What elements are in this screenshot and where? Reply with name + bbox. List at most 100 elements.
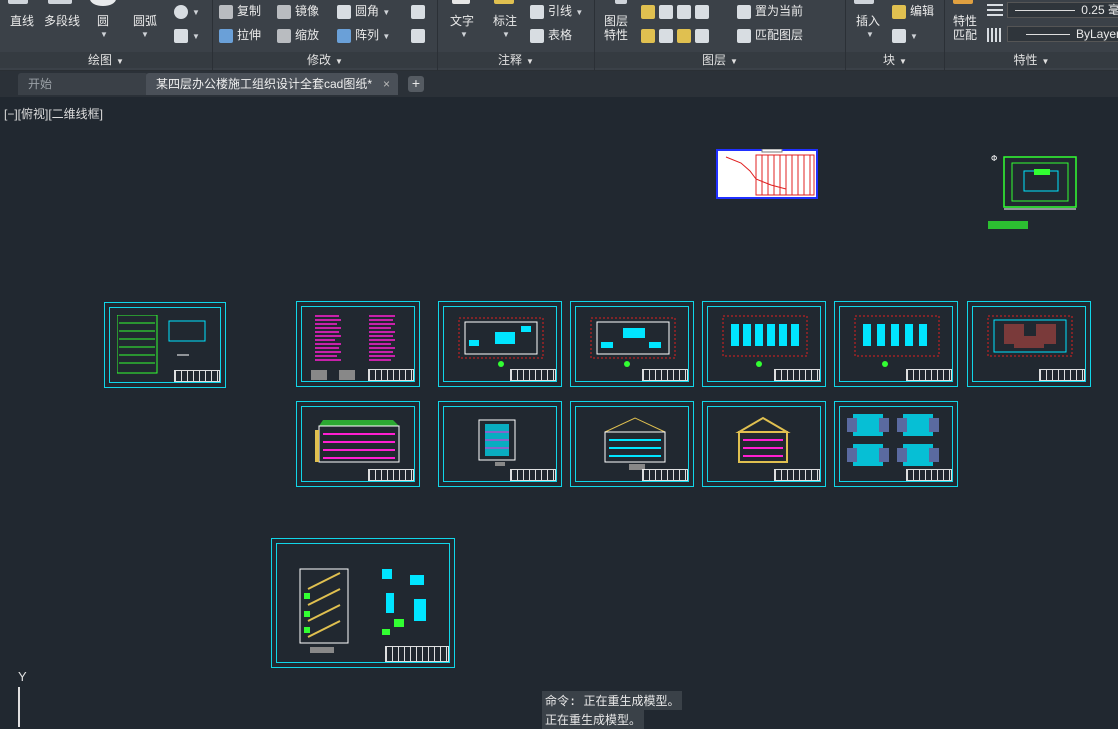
match-properties-button[interactable]: 特性 匹配 xyxy=(953,14,977,42)
svg-text:Φ: Φ xyxy=(991,154,997,163)
layer-tools-row2[interactable] xyxy=(641,28,713,43)
sheet-elevation[interactable] xyxy=(296,401,420,487)
fillet-icon xyxy=(337,4,351,19)
edit-block-icon xyxy=(892,4,906,19)
sheet-roof-plan[interactable] xyxy=(967,301,1091,387)
line-button[interactable]: 直线 xyxy=(10,14,34,28)
circle-dropdown-icon[interactable]: ▼ xyxy=(100,30,108,39)
layer-properties-icon xyxy=(615,0,627,4)
polyline-icon xyxy=(48,0,72,4)
tab-start[interactable]: 开始 xyxy=(18,73,148,95)
match-properties-icon xyxy=(953,0,973,4)
fillet-button[interactable]: 圆角 ▼ xyxy=(337,4,390,20)
stretch-button[interactable]: 拉伸 xyxy=(219,28,261,43)
close-tab-icon[interactable]: × xyxy=(383,73,390,95)
linetype-icon xyxy=(987,28,1003,42)
array-button[interactable]: 阵列 ▼ xyxy=(337,28,390,44)
sheet-plan-1[interactable] xyxy=(438,301,562,387)
polyline-button[interactable]: 多段线 xyxy=(44,14,80,28)
text-button[interactable]: 文字 xyxy=(450,14,474,28)
dimension-icon xyxy=(494,0,514,4)
sheet-index[interactable] xyxy=(104,302,226,388)
sheet-plan-4[interactable] xyxy=(834,301,958,387)
edit-block-button[interactable]: 编辑 xyxy=(892,4,934,19)
arc-dropdown-icon[interactable]: ▼ xyxy=(141,30,149,39)
modify-panel-title[interactable]: 修改 ▼ xyxy=(213,52,437,68)
draw-panel-title[interactable]: 绘图 ▼ xyxy=(0,52,212,68)
array-icon xyxy=(337,28,351,43)
hatch-icon[interactable]: ▼ xyxy=(174,4,200,20)
drawing-chart-sheet xyxy=(716,149,818,199)
leader-icon xyxy=(530,4,544,19)
tab-document[interactable]: 某四层办公楼施工组织设计全套cad图纸* × xyxy=(146,73,398,95)
title-block xyxy=(642,369,688,381)
drawing-canvas[interactable]: [−][俯视][二维线框] Φ 命令: 正在重生成模型。 正在重生成模型。 Y xyxy=(0,97,1118,729)
scale-button[interactable]: 缩放 xyxy=(277,28,319,43)
boundary-icon[interactable]: ▼ xyxy=(174,28,200,44)
erase-icon[interactable] xyxy=(411,28,429,43)
leader-button[interactable]: 引线 ▼ xyxy=(530,4,583,20)
title-block xyxy=(774,369,820,381)
insert-icon xyxy=(854,0,874,4)
file-tab-bar: 开始 某四层办公楼施工组织设计全套cad图纸* × + xyxy=(0,71,1118,97)
copy-icon xyxy=(219,4,233,19)
title-block xyxy=(368,469,414,481)
title-block xyxy=(510,369,556,381)
sheet-notes[interactable] xyxy=(296,301,420,387)
sheet-stair-detail[interactable] xyxy=(271,538,455,668)
offset-icon[interactable] xyxy=(411,4,429,19)
sheet-section-3[interactable] xyxy=(702,401,826,487)
layers-panel-title[interactable]: 图层 ▼ xyxy=(595,52,845,68)
title-block xyxy=(774,469,820,481)
title-block xyxy=(174,370,220,382)
title-block xyxy=(642,469,688,481)
lineweight-icon xyxy=(987,4,1003,18)
drawing-site-plan: Φ xyxy=(988,154,1077,229)
viewport-controls[interactable]: [−][俯视][二维线框] xyxy=(4,105,103,122)
dimension-button[interactable]: 标注 xyxy=(493,14,517,28)
linetype-select[interactable]: ByLayer xyxy=(1007,26,1118,42)
annotation-panel-title[interactable]: 注释 ▼ xyxy=(438,52,594,68)
text-icon xyxy=(452,0,470,4)
ribbon: 直线 多段线 圆 ▼ 圆弧 ▼ ▼ ▼ 绘图 ▼ 复制 镜像 圆角 ▼ 拉伸 缩放… xyxy=(0,0,1118,71)
dimension-dropdown-icon[interactable]: ▼ xyxy=(502,30,510,39)
title-block xyxy=(1039,369,1085,381)
sheet-section-2[interactable] xyxy=(570,401,694,487)
set-current-button[interactable]: 置为当前 xyxy=(737,4,803,19)
match-layer-button[interactable]: 匹配图层 xyxy=(737,28,803,43)
lineweight-select[interactable]: 0.25 毫 xyxy=(1007,2,1118,18)
sheet-plan-2[interactable] xyxy=(570,301,694,387)
sheet-section-1[interactable] xyxy=(438,401,562,487)
mirror-button[interactable]: 镜像 xyxy=(277,4,319,19)
new-tab-button[interactable]: + xyxy=(408,76,424,92)
sheet-plan-3[interactable] xyxy=(702,301,826,387)
properties-panel-title[interactable]: 特性 ▼ xyxy=(945,52,1118,68)
sheet-details-grid[interactable] xyxy=(834,401,958,487)
title-block xyxy=(906,469,952,481)
text-dropdown-icon[interactable]: ▼ xyxy=(460,30,468,39)
title-block xyxy=(368,369,414,381)
layer-properties-button[interactable]: 图层 特性 xyxy=(604,14,628,42)
insert-dropdown-icon[interactable]: ▼ xyxy=(866,30,874,39)
table-button[interactable]: 表格 xyxy=(530,28,572,43)
block-panel-title[interactable]: 块 ▼ xyxy=(846,52,944,68)
ucs-y-axis-label: Y xyxy=(18,669,27,684)
attribute-icon[interactable]: ▼ xyxy=(892,28,918,44)
match-layer-icon xyxy=(737,28,751,43)
set-current-icon xyxy=(737,4,751,19)
scale-icon xyxy=(277,28,291,43)
arc-button[interactable]: 圆弧 xyxy=(133,14,157,28)
title-block xyxy=(906,369,952,381)
insert-button[interactable]: 插入 xyxy=(856,14,880,28)
layer-tools-row1[interactable] xyxy=(641,4,713,19)
annotation-panel: 文字 ▼ 标注 ▼ 引线 ▼ 表格 注释 ▼ xyxy=(438,0,595,70)
circle-button[interactable]: 圆 xyxy=(97,14,109,28)
line-icon xyxy=(8,0,28,4)
modify-panel: 复制 镜像 圆角 ▼ 拉伸 缩放 阵列 ▼ 修改 ▼ xyxy=(213,0,438,70)
draw-panel: 直线 多段线 圆 ▼ 圆弧 ▼ ▼ ▼ 绘图 ▼ xyxy=(0,0,213,70)
command-history-line-2: 正在重生成模型。 xyxy=(542,710,645,729)
copy-button[interactable]: 复制 xyxy=(219,4,261,19)
title-block xyxy=(510,469,556,481)
block-panel: 插入 ▼ 编辑 ▼ 块 ▼ xyxy=(846,0,945,70)
title-block xyxy=(385,646,449,662)
